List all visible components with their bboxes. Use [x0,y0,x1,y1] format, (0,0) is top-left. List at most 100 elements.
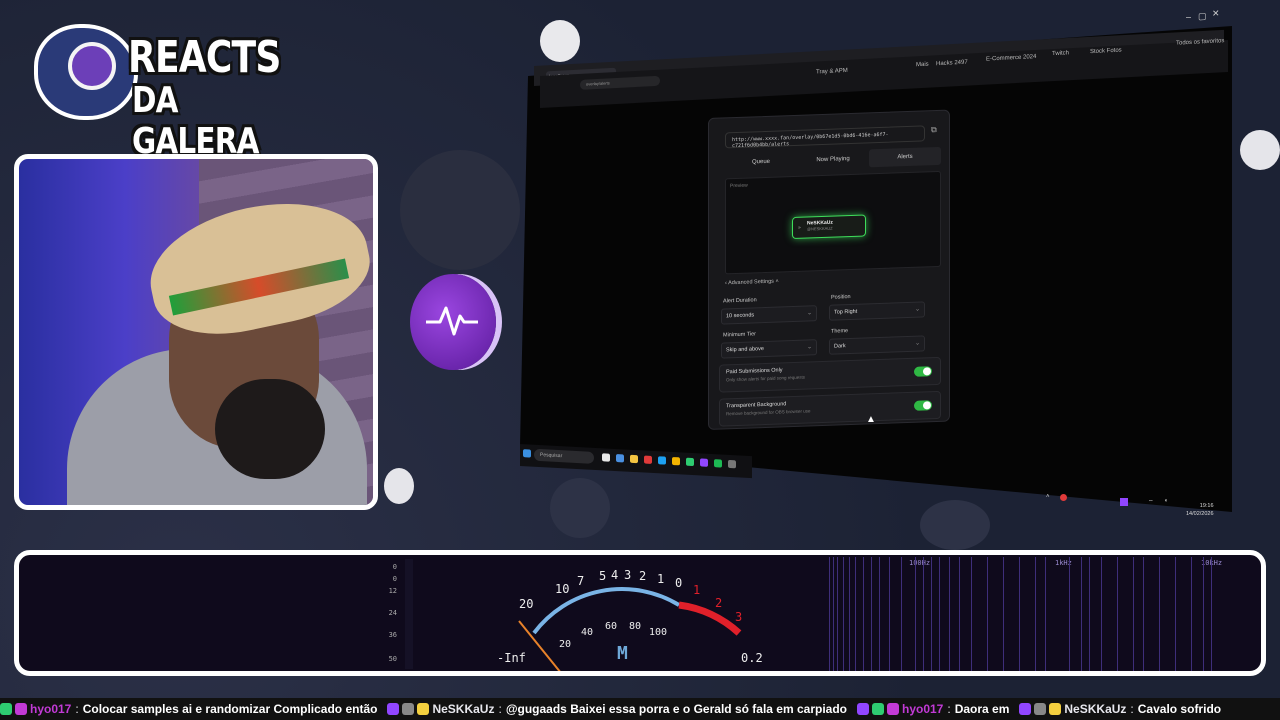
bookmark[interactable]: Tray & APM [816,68,848,76]
astronaut-icon [34,24,138,120]
right-readout: 0.2 [741,651,763,665]
paid-only-toggle[interactable] [914,366,932,377]
wifi-icon[interactable]: ⌔ [1148,498,1154,506]
bookmark[interactable]: Stock Fotos [1090,48,1122,56]
spectrum-line [915,557,916,671]
vu-tick: 5 [599,569,606,583]
level-bar [405,559,413,669]
app-icon[interactable] [644,455,652,464]
bookmark[interactable]: Todos os favoritos [1176,38,1224,47]
chevron-down-icon: ⌄ [914,306,920,313]
vu-tick: 1 [657,572,664,586]
chat-text: Colocar samples ai e randomizar Complica… [82,702,378,716]
app-icon[interactable] [686,457,694,467]
vu-inner-tick: 20 [559,639,571,650]
vu-tick: 4 [611,568,618,582]
bookmark[interactable]: Mais [916,62,929,69]
minimize-icon[interactable]: – [1186,12,1191,22]
db-scale: 0 0 12 24 36 50 [371,559,401,669]
vu-tick: 2 [639,569,646,583]
spotify-icon[interactable] [714,459,722,468]
bookmark[interactable]: Hacks 2497 [936,60,968,68]
db-tick: 36 [388,631,397,639]
close-icon[interactable]: ✕ [1212,8,1220,19]
bg-decoration [384,468,414,504]
spectrum-line [889,557,890,671]
spectrum-line [1003,557,1004,671]
overlay-url-field[interactable]: http://www.xxxx.fan/overlay/0b67e1d5-0bd… [725,125,925,149]
taskbar-clock[interactable]: 19:16 14/02/2026 [1186,502,1214,518]
alert-subtitle: @NESKKAUZ [807,225,833,232]
spectrum-line [959,557,960,671]
copy-icon[interactable]: ⧉ [931,125,937,135]
tray-icon[interactable] [1060,494,1067,501]
chat-ticker: hyo017 : Colocar samples ai e randomizar… [0,698,1280,720]
bookmark[interactable]: E-Commerce 2024 [986,54,1036,63]
vu-inner-tick: 40 [581,627,593,638]
chevron-up-icon: ˄ [773,278,779,285]
vu-inner-tick: 80 [629,621,641,632]
chrome-icon[interactable] [672,456,680,466]
spectrum-line [1203,557,1204,671]
spectrum-line [987,557,988,671]
minimum-tier-select[interactable]: Skip and above ⌄ [721,339,817,359]
tab-alerts[interactable]: Alerts [869,146,941,168]
vu-tick: 0 [675,576,682,590]
tray-icon[interactable] [1120,498,1128,506]
app-icon[interactable] [728,459,736,469]
bg-decoration [920,500,990,550]
chat-username: NeSKKaUz [1064,702,1127,716]
chevron-up-icon[interactable]: ˄ [1046,494,1050,500]
app-icon[interactable] [700,458,708,467]
alert-duration-select[interactable]: 10 seconds ⌄ [721,305,817,325]
heart-icon [886,703,899,715]
taskbar-search[interactable]: Pesquisar [534,448,594,464]
position-select[interactable]: Top Right ⌄ [829,301,925,321]
bg-decoration [550,478,610,538]
app-icon[interactable] [602,453,610,462]
badge-icon [856,703,869,715]
chat-message: NeSKKaUz : Cavalo sofrido [1019,702,1221,716]
spectrum-line [1069,557,1070,671]
spectrum-line [1211,557,1212,671]
spectrum-line [849,557,850,671]
alert-duration-label: Alert Duration [723,297,757,305]
badge-icon [1034,703,1047,715]
app-icon[interactable] [658,456,666,465]
spectrum-line [829,557,830,671]
bookmark[interactable]: Twitch [1052,50,1069,57]
chat-message: hyo017 : Colocar samples ai e randomizar… [0,702,377,716]
tab-queue[interactable]: Queue [725,152,797,173]
badge-icon [0,703,12,715]
maximize-icon[interactable]: ▢ [1198,11,1207,22]
folder-icon[interactable] [630,454,638,464]
spectrum-line [1191,557,1192,671]
spectrum-line [837,557,838,671]
spectrum-line [901,557,902,671]
stream-overlay: REACTS DA GALERA localhost – ▢ ✕ overlay… [0,0,1280,720]
tab-now-playing[interactable]: Now Playing [797,149,869,170]
spectrum-line [1045,557,1046,671]
volume-icon[interactable]: ◖ [1164,498,1168,504]
windows-start-icon[interactable] [523,449,531,458]
spectrum-line [923,557,924,671]
app-icon[interactable] [616,454,624,463]
advanced-settings-toggle[interactable]: ‹ Advanced Settings ˄ [725,279,779,287]
address-bar[interactable]: overlay/alerts [580,75,660,90]
badge-icon [871,703,884,715]
webcam-feed [14,154,378,510]
vu-arc-red [678,601,742,636]
chevron-down-icon: ⌄ [806,310,812,317]
vu-needle [518,620,561,671]
chat-username: hyo017 [901,702,944,716]
vu-inner-tick: 60 [605,621,617,632]
paid-submissions-row: Paid Submissions Only Only show alerts f… [719,356,941,393]
spectrum-line [1159,557,1160,671]
music-icon: » [798,224,801,231]
vu-tick: 3 [624,568,631,582]
theme-select[interactable]: Dark ⌄ [829,335,925,355]
badge-icon [417,703,430,715]
badge-icon [1019,703,1032,715]
chat-username: NeSKKaUz [432,702,495,716]
transparent-bg-toggle[interactable] [914,400,932,411]
